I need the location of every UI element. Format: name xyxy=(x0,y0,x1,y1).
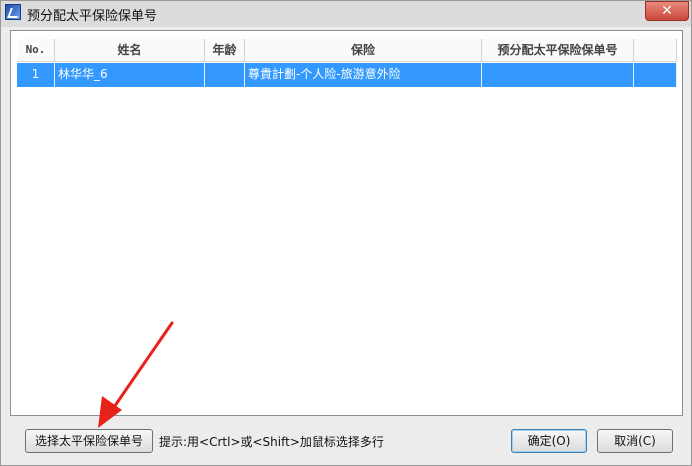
select-policy-button[interactable]: 选择太平保险保单号 xyxy=(25,429,153,453)
cell-name[interactable]: 林华华_6 xyxy=(55,63,205,87)
title-bar[interactable]: 预分配太平保险保单号 ✕ xyxy=(1,1,691,27)
close-icon: ✕ xyxy=(661,3,673,19)
dialog-window: 预分配太平保险保单号 ✕ No. 姓名 年龄 保险 预分配太平保险保单号 1 林… xyxy=(0,0,692,466)
column-header-filler xyxy=(634,39,677,62)
column-header-policy[interactable]: 预分配太平保险保单号 xyxy=(482,39,634,62)
cancel-button[interactable]: 取消(C) xyxy=(597,429,673,453)
cell-insurance[interactable]: 尊貴計劃-个人险-旅游意外险 xyxy=(245,63,482,87)
cell-age[interactable] xyxy=(205,63,245,87)
hint-text: 提示:用<Crtl>或<Shift>加鼠标选择多行 xyxy=(159,435,384,449)
column-header-no[interactable]: No. xyxy=(17,39,55,62)
cell-no[interactable]: 1 xyxy=(17,63,55,87)
policy-table: No. 姓名 年龄 保险 预分配太平保险保单号 1 林华华_6 尊貴計劃-个人险… xyxy=(17,39,677,87)
app-icon xyxy=(5,4,21,20)
close-button[interactable]: ✕ xyxy=(645,1,689,21)
column-header-insurance[interactable]: 保险 xyxy=(245,39,482,62)
grid-panel: No. 姓名 年龄 保险 预分配太平保险保单号 1 林华华_6 尊貴計劃-个人险… xyxy=(10,30,683,416)
column-header-age[interactable]: 年龄 xyxy=(205,39,245,62)
cell-policy[interactable] xyxy=(482,63,634,87)
cell-filler xyxy=(634,63,677,87)
footer-bar: 选择太平保险保单号 提示:用<Crtl>或<Shift>加鼠标选择多行 确定(O… xyxy=(1,416,691,465)
column-header-name[interactable]: 姓名 xyxy=(55,39,205,62)
ok-button[interactable]: 确定(O) xyxy=(511,429,587,453)
table-header: No. 姓名 年龄 保险 预分配太平保险保单号 xyxy=(17,39,677,63)
table-row[interactable]: 1 林华华_6 尊貴計劃-个人险-旅游意外险 xyxy=(17,63,677,87)
window-title: 预分配太平保险保单号 xyxy=(27,9,158,24)
